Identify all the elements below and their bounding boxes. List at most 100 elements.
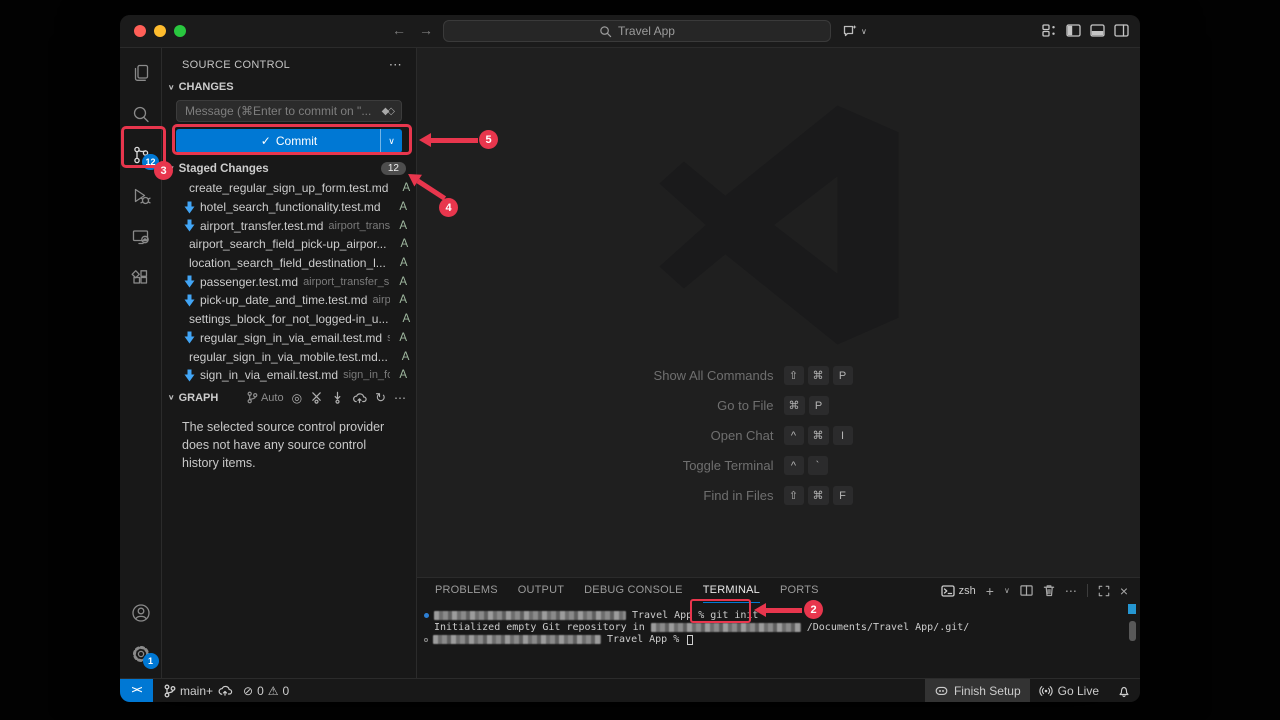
staged-changes-header[interactable]: ∨ Staged Changes 12 — [162, 158, 416, 179]
test-file-icon — [184, 294, 195, 307]
tab-debug-console[interactable]: DEBUG CONSOLE — [584, 578, 683, 603]
explorer-icon[interactable] — [120, 52, 162, 93]
graph-repo-picker-icon[interactable]: ◎ — [292, 391, 302, 405]
git-pull-icon[interactable] — [331, 391, 344, 404]
toggle-panel-icon[interactable] — [1090, 23, 1105, 38]
remote-explorer-icon[interactable] — [120, 216, 162, 257]
customize-layout-icon[interactable] — [1042, 23, 1057, 38]
vscode-window: ← → Travel App ∨ — [120, 15, 1140, 702]
back-arrow-icon[interactable]: ← — [392, 22, 406, 38]
redacted-path — [651, 623, 801, 632]
source-control-icon[interactable]: 12 — [120, 134, 162, 175]
run-debug-icon[interactable] — [120, 175, 162, 216]
commit-dropdown-chevron[interactable]: ∨ — [380, 129, 402, 153]
keycap: ⇧ — [784, 486, 804, 505]
cloud-push-icon[interactable] — [352, 391, 367, 404]
git-fetch-icon[interactable] — [310, 391, 323, 404]
graph-auto-toggle[interactable]: Auto — [246, 391, 284, 404]
table-row[interactable]: location_search_field_destination_l... A — [162, 254, 416, 273]
minimize-window-button[interactable] — [154, 25, 166, 37]
table-row[interactable]: sign_in_via_email.test.md sign_in_fo... … — [162, 366, 416, 385]
finish-setup-label: Finish Setup — [954, 684, 1021, 698]
file-name: location_search_field_destination_l... — [189, 256, 386, 270]
sparkle-icon[interactable]: ◆◇ — [382, 106, 393, 117]
account-icon[interactable] — [120, 592, 162, 633]
close-window-button[interactable] — [134, 25, 146, 37]
scrollbar-thumb[interactable] — [1129, 621, 1136, 641]
close-panel-icon[interactable]: × — [1120, 583, 1128, 599]
chevron-down-icon[interactable]: ∨ — [1004, 586, 1010, 595]
commit-button[interactable]: ✓ Commit ∨ — [176, 129, 402, 153]
test-file-icon — [184, 331, 195, 344]
table-row[interactable]: passenger.test.md airport_transfer_s... … — [162, 272, 416, 291]
forward-arrow-icon[interactable]: → — [419, 22, 433, 38]
keycap: P — [809, 396, 829, 415]
tab-terminal[interactable]: TERMINAL — [703, 578, 760, 603]
remote-indicator[interactable]: >< — [120, 679, 153, 702]
more-actions-icon[interactable]: ⋯ — [1065, 584, 1077, 598]
title-bar: ← → Travel App ∨ — [120, 15, 1140, 48]
command-center-search[interactable]: Travel App — [443, 20, 831, 42]
scrollbar-decoration — [1128, 604, 1136, 614]
tab-output[interactable]: OUTPUT — [518, 578, 564, 603]
toolbar-divider — [1087, 584, 1088, 597]
copilot-icon — [934, 683, 949, 698]
refresh-icon[interactable]: ↻ — [375, 390, 386, 406]
settings-badge: 1 — [143, 653, 159, 669]
more-actions-icon[interactable]: ⋯ — [394, 391, 406, 405]
broadcast-icon — [1039, 684, 1053, 698]
settings-gear-icon[interactable]: 1 — [120, 633, 162, 674]
table-row[interactable]: create_regular_sign_up_form.test.md A — [162, 179, 416, 198]
maximize-panel-icon[interactable] — [1098, 585, 1110, 597]
errors-icon: ⊘ — [243, 684, 253, 698]
graph-empty-message: The selected source control provider doe… — [162, 409, 416, 472]
file-status-added: A — [395, 276, 407, 288]
commit-message-input[interactable]: Message (⌘Enter to commit on "... ◆◇ — [176, 100, 402, 122]
graph-section-header[interactable]: ∨ GRAPH Auto ◎ ↻ ⋯ — [162, 387, 416, 409]
tab-ports[interactable]: PORTS — [780, 578, 819, 603]
file-status-added: A — [395, 294, 407, 306]
keycap: ⇧ — [784, 366, 804, 385]
table-row[interactable]: airport_search_field_pick-up_airpor... A — [162, 235, 416, 254]
table-row[interactable]: regular_sign_in_via_mobile.test.md... A — [162, 347, 416, 366]
keycap: ⌘ — [808, 366, 829, 385]
test-file-icon — [184, 369, 195, 382]
go-live-button[interactable]: Go Live — [1030, 679, 1108, 702]
more-actions-icon[interactable]: ⋯ — [389, 57, 402, 73]
traffic-lights — [134, 25, 186, 37]
kill-terminal-trash-icon[interactable] — [1043, 584, 1055, 597]
terminal-scrollbar[interactable] — [1128, 604, 1136, 641]
keycap: ⌘ — [784, 396, 805, 415]
split-terminal-icon[interactable] — [1020, 584, 1033, 597]
editor-area: Show All Commands ⇧ ⌘ P Go to File ⌘ — [417, 48, 1140, 577]
activity-bar: 12 1 — [120, 48, 162, 678]
source-control-sidebar: SOURCE CONTROL ⋯ ∨ CHANGES Message (⌘Ent… — [162, 48, 417, 678]
changes-section-header[interactable]: ∨ CHANGES — [162, 77, 416, 97]
extensions-icon[interactable] — [120, 257, 162, 298]
warnings-icon: ⚠ — [268, 684, 279, 698]
search-view-icon[interactable] — [120, 93, 162, 134]
toggle-primary-sidebar-icon[interactable] — [1066, 23, 1081, 38]
keycap: I — [833, 426, 853, 445]
tab-problems[interactable]: PROBLEMS — [435, 578, 498, 603]
notifications-bell[interactable] — [1108, 679, 1140, 702]
table-row[interactable]: settings_block_for_not_logged-in_u... A — [162, 310, 416, 329]
terminal-content[interactable]: Travel App % git init Initialized empty … — [417, 603, 1140, 646]
table-row[interactable]: hotel_search_functionality.test.md A — [162, 198, 416, 217]
bell-icon — [1117, 684, 1131, 698]
file-detail: sign_in_fo... — [343, 369, 390, 381]
new-terminal-button[interactable]: + — [986, 583, 994, 599]
problems-status-item[interactable]: ⊘ 0 ⚠ 0 — [243, 684, 289, 698]
copilot-menu[interactable]: ∨ — [842, 23, 867, 39]
zoom-window-button[interactable] — [174, 25, 186, 37]
file-name: passenger.test.md — [200, 275, 298, 289]
table-row[interactable]: pick-up_date_and_time.test.md airp... A — [162, 291, 416, 310]
branch-status-item[interactable]: main+ — [163, 684, 233, 698]
copilot-chat-icon — [842, 23, 858, 39]
toggle-secondary-sidebar-icon[interactable] — [1114, 23, 1129, 38]
file-status-added: A — [395, 201, 407, 213]
terminal-shell-picker[interactable]: zsh — [941, 585, 976, 597]
table-row[interactable]: regular_sign_in_via_email.test.md si... … — [162, 329, 416, 348]
finish-setup-button[interactable]: Finish Setup — [925, 679, 1030, 702]
table-row[interactable]: airport_transfer.test.md airport_trans..… — [162, 216, 416, 235]
